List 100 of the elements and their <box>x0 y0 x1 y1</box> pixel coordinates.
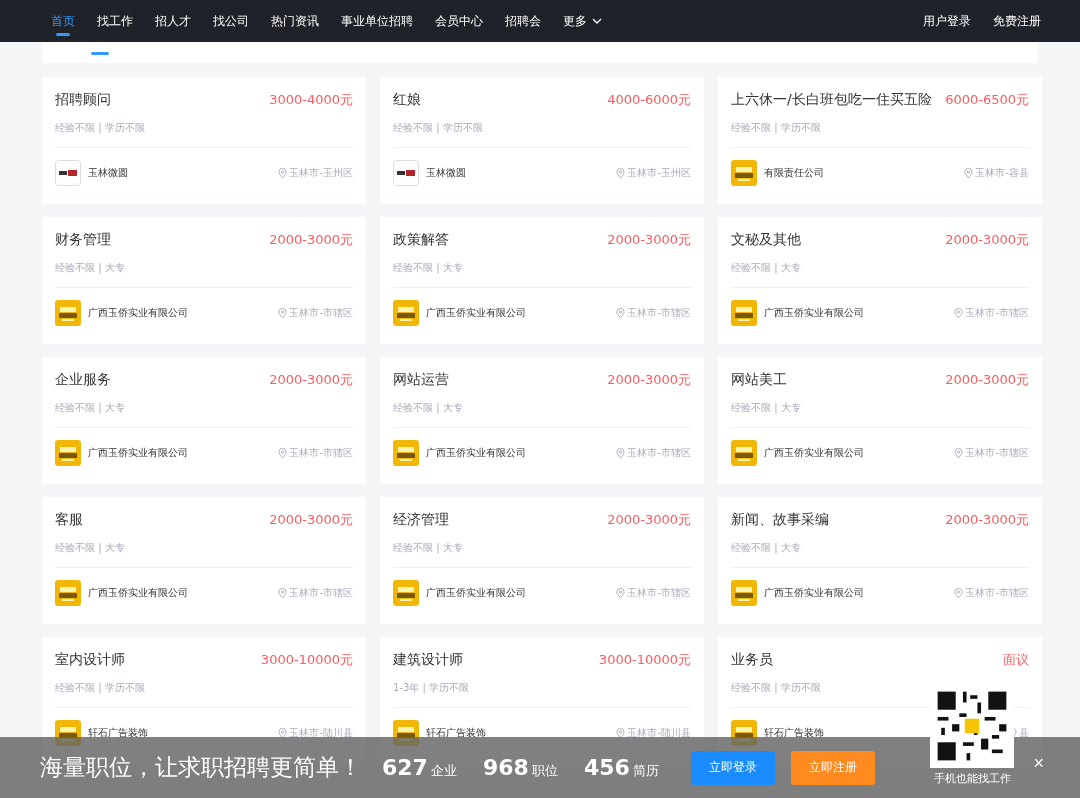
company-name: 轩石广告装饰 <box>764 726 825 740</box>
salary: 6000-6500元 <box>945 91 1029 109</box>
location-pin-icon <box>964 167 974 179</box>
company-name: 广西玉侨实业有限公司 <box>764 586 865 600</box>
job-requirements: 经验不限 | 大专 <box>731 541 1029 568</box>
job-title: 客服 <box>55 511 83 529</box>
job-requirements: 经验不限 | 大专 <box>55 401 353 428</box>
job-title: 招聘顾问 <box>55 91 111 109</box>
job-location: 玉林市-市辖区 <box>289 586 353 600</box>
job-card[interactable]: 政策解答 2000-3000元 经验不限 | 大专 广西玉侨实业有限公司 玉林市-市辖区 <box>380 217 704 344</box>
job-requirements: 经验不限 | 学历不限 <box>731 121 1029 148</box>
job-card[interactable]: 红娘 4000-6000元 经验不限 | 学历不限 玉林微圆 玉林市-玉州区 <box>380 77 704 204</box>
location-pin-icon <box>278 587 288 599</box>
company-name: 广西玉侨实业有限公司 <box>426 446 527 460</box>
company-name: 广西玉侨实业有限公司 <box>88 586 189 600</box>
location-pin-icon <box>616 307 626 319</box>
job-location: 玉林市-市辖区 <box>289 446 353 460</box>
job-location: 玉林市-容县 <box>975 166 1029 180</box>
job-requirements: 经验不限 | 大专 <box>393 261 691 288</box>
nav-link[interactable]: 招人才 <box>146 0 200 42</box>
job-card[interactable]: 网站美工 2000-3000元 经验不限 | 大专 广西玉侨实业有限公司 玉林市-市辖区 <box>718 357 1042 484</box>
company-logo <box>55 440 81 466</box>
location-pin-icon <box>954 587 964 599</box>
location-pin-icon <box>278 307 288 319</box>
salary: 2000-3000元 <box>607 371 691 389</box>
job-card[interactable]: 文秘及其他 2000-3000元 经验不限 | 大专 广西玉侨实业有限公司 玉林市-市辖区 <box>718 217 1042 344</box>
job-location: 玉林市-市辖区 <box>965 306 1029 320</box>
nav-link[interactable]: 找公司 <box>204 0 258 42</box>
job-card[interactable]: 经济管理 2000-3000元 经验不限 | 大专 广西玉侨实业有限公司 玉林市-市辖区 <box>380 497 704 624</box>
salary: 2000-3000元 <box>607 231 691 249</box>
job-card[interactable]: 招聘顾问 3000-4000元 经验不限 | 学历不限 玉林微圆 玉林市-玉州区 <box>42 77 366 204</box>
job-requirements: 经验不限 | 大专 <box>731 401 1029 428</box>
company-logo <box>731 160 757 186</box>
location-pin-icon <box>616 167 626 179</box>
company-logo <box>55 160 81 186</box>
job-requirements: 经验不限 | 学历不限 <box>393 121 691 148</box>
job-location: 玉林市-市辖区 <box>965 586 1029 600</box>
stat-label: 职位 <box>531 762 558 780</box>
job-location: 玉林市-市辖区 <box>627 306 691 320</box>
nav-link[interactable]: 会员中心 <box>426 0 492 42</box>
company-logo <box>55 580 81 606</box>
company-logo <box>731 580 757 606</box>
location-pin-icon <box>278 447 288 459</box>
nav-link[interactable]: 热门资讯 <box>262 0 328 42</box>
job-location: 玉林市-陆川县 <box>289 726 353 740</box>
job-title: 财务管理 <box>55 231 111 249</box>
company-name: 广西玉侨实业有限公司 <box>764 446 865 460</box>
job-location: 玉林市-市辖区 <box>627 446 691 460</box>
tab-indicator <box>91 52 109 55</box>
job-title: 企业服务 <box>55 371 111 389</box>
nav-link[interactable]: 事业单位招聘 <box>332 0 422 42</box>
job-card[interactable]: 新闻、故事采编 2000-3000元 经验不限 | 大专 广西玉侨实业有限公司 玉林市-市辖区 <box>718 497 1042 624</box>
job-title: 建筑设计师 <box>393 651 463 669</box>
nav-link[interactable]: 首页 <box>42 0 84 42</box>
job-card[interactable]: 财务管理 2000-3000元 经验不限 | 大专 广西玉侨实业有限公司 玉林市-市辖区 <box>42 217 366 344</box>
company-name: 广西玉侨实业有限公司 <box>764 306 865 320</box>
qr-caption: 手机也能找工作 <box>933 771 1011 786</box>
job-location: 县 <box>1019 726 1029 740</box>
nav-link[interactable]: 招聘会 <box>496 0 550 42</box>
salary: 面议 <box>1003 651 1029 669</box>
salary: 2000-3000元 <box>945 231 1029 249</box>
salary: 2000-3000元 <box>945 511 1029 529</box>
job-title: 网站运营 <box>393 371 449 389</box>
salary: 2000-3000元 <box>607 511 691 529</box>
company-logo <box>55 300 81 326</box>
salary: 2000-3000元 <box>945 371 1029 389</box>
stat-label: 企业 <box>430 762 457 780</box>
location-pin-icon <box>616 447 626 459</box>
location-pin-icon <box>616 727 626 739</box>
register-link[interactable]: 免费注册 <box>984 0 1050 42</box>
nav-link[interactable]: 找工作 <box>88 0 142 42</box>
job-requirements: 经验不限 | 学历不限 <box>55 121 353 148</box>
job-title: 业务员 <box>731 651 773 669</box>
job-requirements: 1-3年 | 学历不限 <box>393 681 691 708</box>
company-name: 轩石广告装饰 <box>426 726 487 740</box>
login-link[interactable]: 用户登录 <box>914 0 980 42</box>
job-card[interactable]: 客服 2000-3000元 经验不限 | 大专 广西玉侨实业有限公司 玉林市-市辖区 <box>42 497 366 624</box>
job-location: 玉林市-市辖区 <box>289 306 353 320</box>
salary: 2000-3000元 <box>269 511 353 529</box>
stat-label: 简历 <box>632 762 659 780</box>
company-logo <box>393 580 419 606</box>
salary: 4000-6000元 <box>607 91 691 109</box>
job-location: 玉林市-玉州区 <box>289 166 353 180</box>
job-title: 上六休一/长白班包吃一住买五险 <box>731 91 932 109</box>
company-logo <box>393 160 419 186</box>
company-name: 轩石广告装饰 <box>88 726 149 740</box>
company-name: 广西玉侨实业有限公司 <box>426 306 527 320</box>
job-requirements: 经验不限 | 学历不限 <box>55 681 353 708</box>
salary: 3000-4000元 <box>269 91 353 109</box>
more-menu[interactable]: 更多 <box>554 0 611 42</box>
job-card[interactable]: 网站运营 2000-3000元 经验不限 | 大专 广西玉侨实业有限公司 玉林市-市辖区 <box>380 357 704 484</box>
job-location: 玉林市-市辖区 <box>627 586 691 600</box>
job-location: 玉林市-陆川县 <box>627 726 691 740</box>
job-card[interactable]: 企业服务 2000-3000元 经验不限 | 大专 广西玉侨实业有限公司 玉林市-市辖区 <box>42 357 366 484</box>
company-name: 广西玉侨实业有限公司 <box>426 586 527 600</box>
job-card[interactable]: 上六休一/长白班包吃一住买五险 6000-6500元 经验不限 | 学历不限 有限责任公司 玉林市-容县 <box>718 77 1042 204</box>
company-logo <box>731 440 757 466</box>
job-title: 红娘 <box>393 91 421 109</box>
location-pin-icon <box>616 587 626 599</box>
caret-icon <box>592 18 602 24</box>
